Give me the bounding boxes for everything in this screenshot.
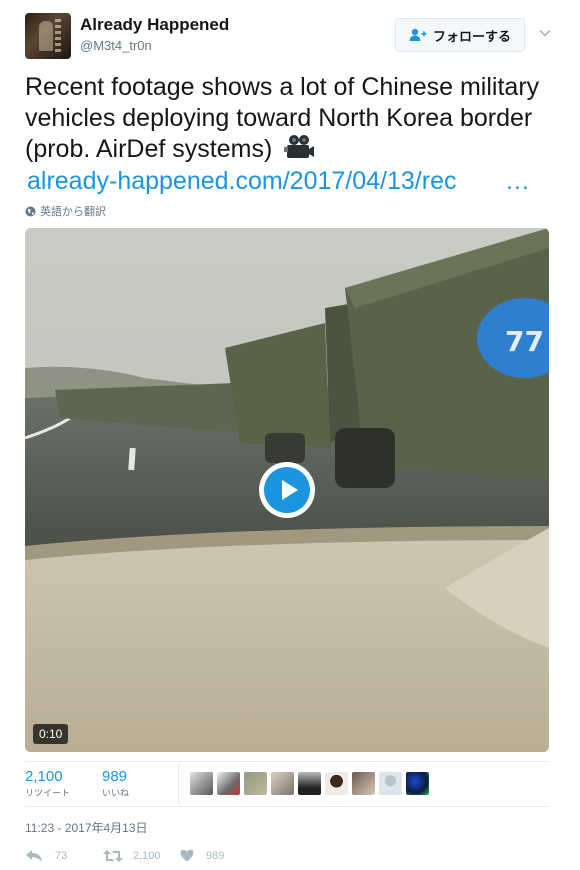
retweets-count: 2,100 bbox=[25, 768, 63, 785]
reply-button[interactable]: 73 bbox=[25, 849, 67, 863]
retweets-stat[interactable]: 2,100 リツイート bbox=[25, 768, 70, 800]
avatar-text-decoration bbox=[55, 19, 61, 53]
reply-count: 73 bbox=[55, 850, 68, 862]
liker-avatars bbox=[190, 772, 429, 795]
liker-avatar[interactable] bbox=[406, 772, 429, 795]
liker-avatar[interactable] bbox=[298, 772, 321, 795]
reply-icon bbox=[26, 850, 42, 862]
user-avatar[interactable] bbox=[25, 13, 71, 59]
follow-button-label: フォローする bbox=[432, 28, 511, 44]
svg-text:77: 77 bbox=[505, 325, 544, 358]
globe-icon bbox=[25, 206, 36, 216]
retweet-count: 2,100 bbox=[133, 850, 161, 862]
liker-avatar[interactable] bbox=[379, 772, 402, 795]
translate-link[interactable]: 英語から翻訳 bbox=[25, 203, 106, 219]
video-camera-icon bbox=[284, 135, 315, 158]
liker-avatar[interactable] bbox=[271, 772, 294, 795]
translate-label: 英語から翻訳 bbox=[40, 206, 106, 218]
liker-avatar[interactable] bbox=[244, 772, 267, 795]
follow-button[interactable]: フォローする bbox=[395, 18, 525, 52]
like-button[interactable]: 989 bbox=[180, 849, 224, 862]
tweet-body: Recent footage shows a lot of Chinese mi… bbox=[25, 73, 540, 163]
retweets-label: リツイート bbox=[25, 788, 71, 798]
divider bbox=[25, 761, 549, 762]
heart-icon bbox=[180, 849, 194, 862]
likes-stat[interactable]: 989 いいね bbox=[102, 768, 129, 800]
avatar-figure bbox=[39, 21, 53, 51]
tweet-link[interactable]: already-happened.com/2017/04/13/rec bbox=[27, 166, 456, 197]
tweet-text: Recent footage shows a lot of Chinese mi… bbox=[25, 72, 545, 165]
divider bbox=[25, 806, 549, 807]
video-duration: 0:10 bbox=[33, 724, 69, 744]
liker-avatar[interactable] bbox=[352, 772, 375, 795]
play-icon bbox=[264, 467, 310, 513]
likes-count: 989 bbox=[102, 768, 128, 785]
liker-avatar[interactable] bbox=[190, 772, 213, 795]
likes-label: いいね bbox=[102, 788, 130, 798]
user-display-name[interactable]: Already Happened bbox=[80, 15, 229, 35]
liker-avatar[interactable] bbox=[217, 772, 240, 795]
video-player[interactable]: 77 0:10 bbox=[25, 228, 549, 752]
user-handle[interactable]: @M3t4_tr0n bbox=[80, 38, 152, 53]
tweet-timestamp[interactable]: 11:23 - 2017年4月13日 bbox=[25, 819, 148, 836]
liker-avatar[interactable] bbox=[325, 772, 348, 795]
chevron-down-icon[interactable] bbox=[538, 26, 552, 40]
play-button[interactable] bbox=[259, 462, 315, 518]
retweet-button[interactable]: 2,100 bbox=[103, 849, 161, 863]
like-count: 989 bbox=[206, 849, 225, 862]
retweet-icon bbox=[103, 850, 123, 862]
add-user-icon bbox=[409, 28, 427, 41]
stats-separator bbox=[178, 764, 179, 804]
tweet-link-ellipsis: … bbox=[505, 167, 530, 195]
